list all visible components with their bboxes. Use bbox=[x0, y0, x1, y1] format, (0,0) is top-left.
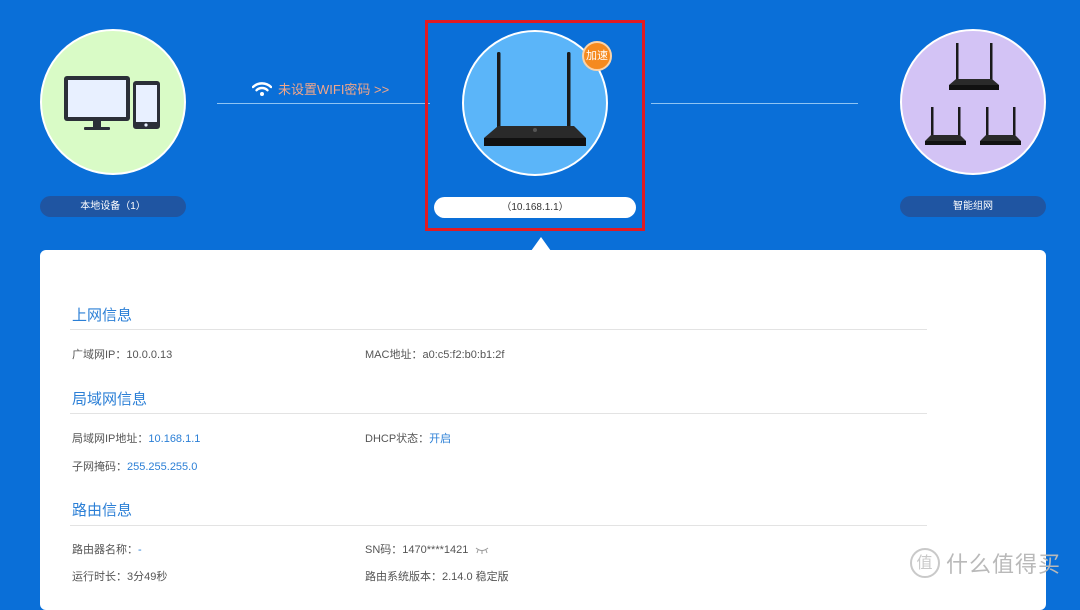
uptime-row: 运行时长：3分49秒 bbox=[72, 568, 167, 584]
panel-pointer bbox=[531, 237, 551, 251]
link-line-right bbox=[651, 103, 858, 104]
sn-row: SN码：1470****1421 bbox=[365, 541, 489, 557]
subnet-mask-value[interactable]: 255.255.255.0 bbox=[127, 461, 197, 473]
mac-label: MAC地址： bbox=[365, 349, 423, 361]
version-value: 2.14.0 稳定版 bbox=[442, 571, 509, 583]
link-line-left bbox=[217, 103, 430, 104]
mesh-network-label[interactable]: 智能组网 bbox=[900, 196, 1046, 217]
sn-value: 1470****1421 bbox=[402, 544, 469, 556]
watermark: 值 什么值得买 bbox=[910, 546, 1078, 580]
version-row: 路由系统版本：2.14.0 稳定版 bbox=[365, 568, 509, 584]
mesh-routers-icon bbox=[925, 43, 1021, 145]
divider bbox=[70, 525, 927, 526]
dhcp-label: DHCP状态： bbox=[365, 433, 430, 445]
lan-ip-label: 局域网IP地址： bbox=[72, 433, 149, 445]
wan-ip-label: 广域网IP： bbox=[72, 349, 127, 361]
uptime-value: 3分49秒 bbox=[127, 571, 168, 583]
mesh-network-node[interactable] bbox=[900, 29, 1046, 175]
router-name-row: 路由器名称：- bbox=[72, 541, 142, 557]
uptime-label: 运行时长： bbox=[72, 571, 127, 583]
dhcp-value[interactable]: 开启 bbox=[429, 433, 451, 445]
watermark-text: 什么值得买 bbox=[946, 552, 1062, 577]
wifi-password-link-text[interactable]: 未设置WIFI密码 >> bbox=[278, 79, 389, 98]
lan-section-title: 局域网信息 bbox=[72, 391, 148, 408]
subnet-mask-row: 子网掩码：255.255.255.0 bbox=[72, 458, 197, 474]
mac-value: a0:c5:f2:b0:b1:2f bbox=[422, 349, 505, 361]
sn-label: SN码： bbox=[365, 544, 403, 556]
wifi-password-link[interactable]: 未设置WIFI密码 >> bbox=[252, 79, 389, 98]
watermark-logo: 值 bbox=[910, 548, 940, 578]
mac-row: MAC地址：a0:c5:f2:b0:b1:2f bbox=[365, 346, 504, 362]
wan-ip-row: 广域网IP：10.0.0.13 bbox=[72, 346, 172, 362]
local-devices-node[interactable] bbox=[40, 29, 186, 175]
eye-closed-icon[interactable] bbox=[475, 546, 489, 555]
divider bbox=[70, 329, 927, 330]
subnet-mask-label: 子网掩码： bbox=[72, 461, 127, 473]
router-section-title: 路由信息 bbox=[72, 502, 133, 519]
local-devices-label[interactable]: 本地设备（1） bbox=[40, 196, 186, 217]
divider bbox=[70, 413, 927, 414]
wifi-icon bbox=[252, 81, 272, 96]
router-name-label: 路由器名称： bbox=[72, 544, 138, 556]
version-label: 路由系统版本： bbox=[365, 571, 442, 583]
selection-highlight bbox=[425, 20, 645, 231]
wan-ip-value: 10.0.0.13 bbox=[126, 349, 173, 361]
router-name-value[interactable]: - bbox=[138, 544, 142, 556]
computer-phone-icon bbox=[64, 76, 160, 130]
lan-ip-value[interactable]: 10.168.1.1 bbox=[148, 433, 200, 445]
lan-ip-row: 局域网IP地址：10.168.1.1 bbox=[72, 430, 200, 446]
wan-section-title: 上网信息 bbox=[72, 307, 133, 324]
info-panel: 上网信息 广域网IP：10.0.0.13 MAC地址：a0:c5:f2:b0:b… bbox=[40, 250, 1046, 610]
dhcp-row: DHCP状态：开启 bbox=[365, 430, 451, 446]
